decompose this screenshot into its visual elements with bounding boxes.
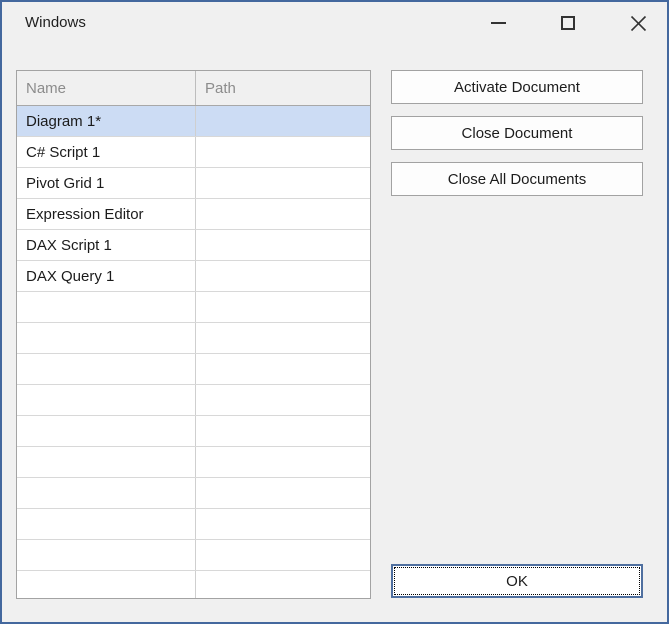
cell-name[interactable]: Diagram 1* xyxy=(17,106,196,136)
minimize-button[interactable] xyxy=(475,6,521,40)
table-row[interactable]: DAX Query 1 xyxy=(17,261,370,292)
column-header-name[interactable]: Name xyxy=(17,71,196,105)
cell-path[interactable] xyxy=(196,106,370,136)
cell-path[interactable] xyxy=(196,199,370,229)
table-row[interactable]: C# Script 1 xyxy=(17,137,370,168)
cell-path[interactable] xyxy=(196,168,370,198)
cell-path[interactable] xyxy=(196,478,370,508)
close-icon xyxy=(630,15,647,32)
table-header: Name Path xyxy=(17,71,370,106)
cell-path[interactable] xyxy=(196,385,370,415)
cell-name[interactable]: DAX Query 1 xyxy=(17,261,196,291)
table-row[interactable] xyxy=(17,447,370,478)
table-row[interactable]: DAX Script 1 xyxy=(17,230,370,261)
table-body: Diagram 1*C# Script 1Pivot Grid 1Express… xyxy=(17,106,370,599)
cell-name[interactable]: Expression Editor xyxy=(17,199,196,229)
cell-name[interactable] xyxy=(17,540,196,570)
table-row[interactable]: Diagram 1* xyxy=(17,106,370,137)
title-bar: Windows xyxy=(0,0,669,46)
cell-path[interactable] xyxy=(196,509,370,539)
table-row[interactable] xyxy=(17,571,370,599)
cell-path[interactable] xyxy=(196,447,370,477)
cell-name[interactable]: C# Script 1 xyxy=(17,137,196,167)
cell-path[interactable] xyxy=(196,261,370,291)
cell-name[interactable]: Pivot Grid 1 xyxy=(17,168,196,198)
cell-name[interactable] xyxy=(17,447,196,477)
table-row[interactable] xyxy=(17,540,370,571)
table-row[interactable] xyxy=(17,416,370,447)
cell-name[interactable] xyxy=(17,509,196,539)
close-all-documents-button[interactable]: Close All Documents xyxy=(391,162,643,196)
cell-name[interactable] xyxy=(17,385,196,415)
table-row[interactable] xyxy=(17,478,370,509)
cell-name[interactable]: DAX Script 1 xyxy=(17,230,196,260)
cell-path[interactable] xyxy=(196,354,370,384)
minimize-icon xyxy=(491,22,506,24)
cell-name[interactable] xyxy=(17,354,196,384)
cell-name[interactable] xyxy=(17,292,196,322)
cell-name[interactable] xyxy=(17,323,196,353)
table-row[interactable] xyxy=(17,292,370,323)
maximize-button[interactable] xyxy=(545,6,591,40)
cell-path[interactable] xyxy=(196,323,370,353)
table-row[interactable] xyxy=(17,323,370,354)
table-row[interactable] xyxy=(17,354,370,385)
column-header-path[interactable]: Path xyxy=(196,71,370,105)
cell-path[interactable] xyxy=(196,137,370,167)
table-row[interactable] xyxy=(17,385,370,416)
window-title: Windows xyxy=(25,14,86,31)
maximize-icon xyxy=(561,16,575,30)
caption-controls xyxy=(475,6,661,40)
cell-name[interactable] xyxy=(17,416,196,446)
cell-path[interactable] xyxy=(196,292,370,322)
ok-button[interactable]: OK xyxy=(391,564,643,598)
close-button[interactable] xyxy=(615,6,661,40)
cell-path[interactable] xyxy=(196,571,370,599)
documents-table: Name Path Diagram 1*C# Script 1Pivot Gri… xyxy=(16,70,371,599)
cell-path[interactable] xyxy=(196,540,370,570)
close-document-button[interactable]: Close Document xyxy=(391,116,643,150)
cell-path[interactable] xyxy=(196,416,370,446)
activate-document-button[interactable]: Activate Document xyxy=(391,70,643,104)
cell-path[interactable] xyxy=(196,230,370,260)
table-row[interactable]: Pivot Grid 1 xyxy=(17,168,370,199)
table-row[interactable]: Expression Editor xyxy=(17,199,370,230)
table-row[interactable] xyxy=(17,509,370,540)
cell-name[interactable] xyxy=(17,571,196,599)
windows-dialog: Windows Name Path Diagram 1* xyxy=(0,0,669,624)
cell-name[interactable] xyxy=(17,478,196,508)
